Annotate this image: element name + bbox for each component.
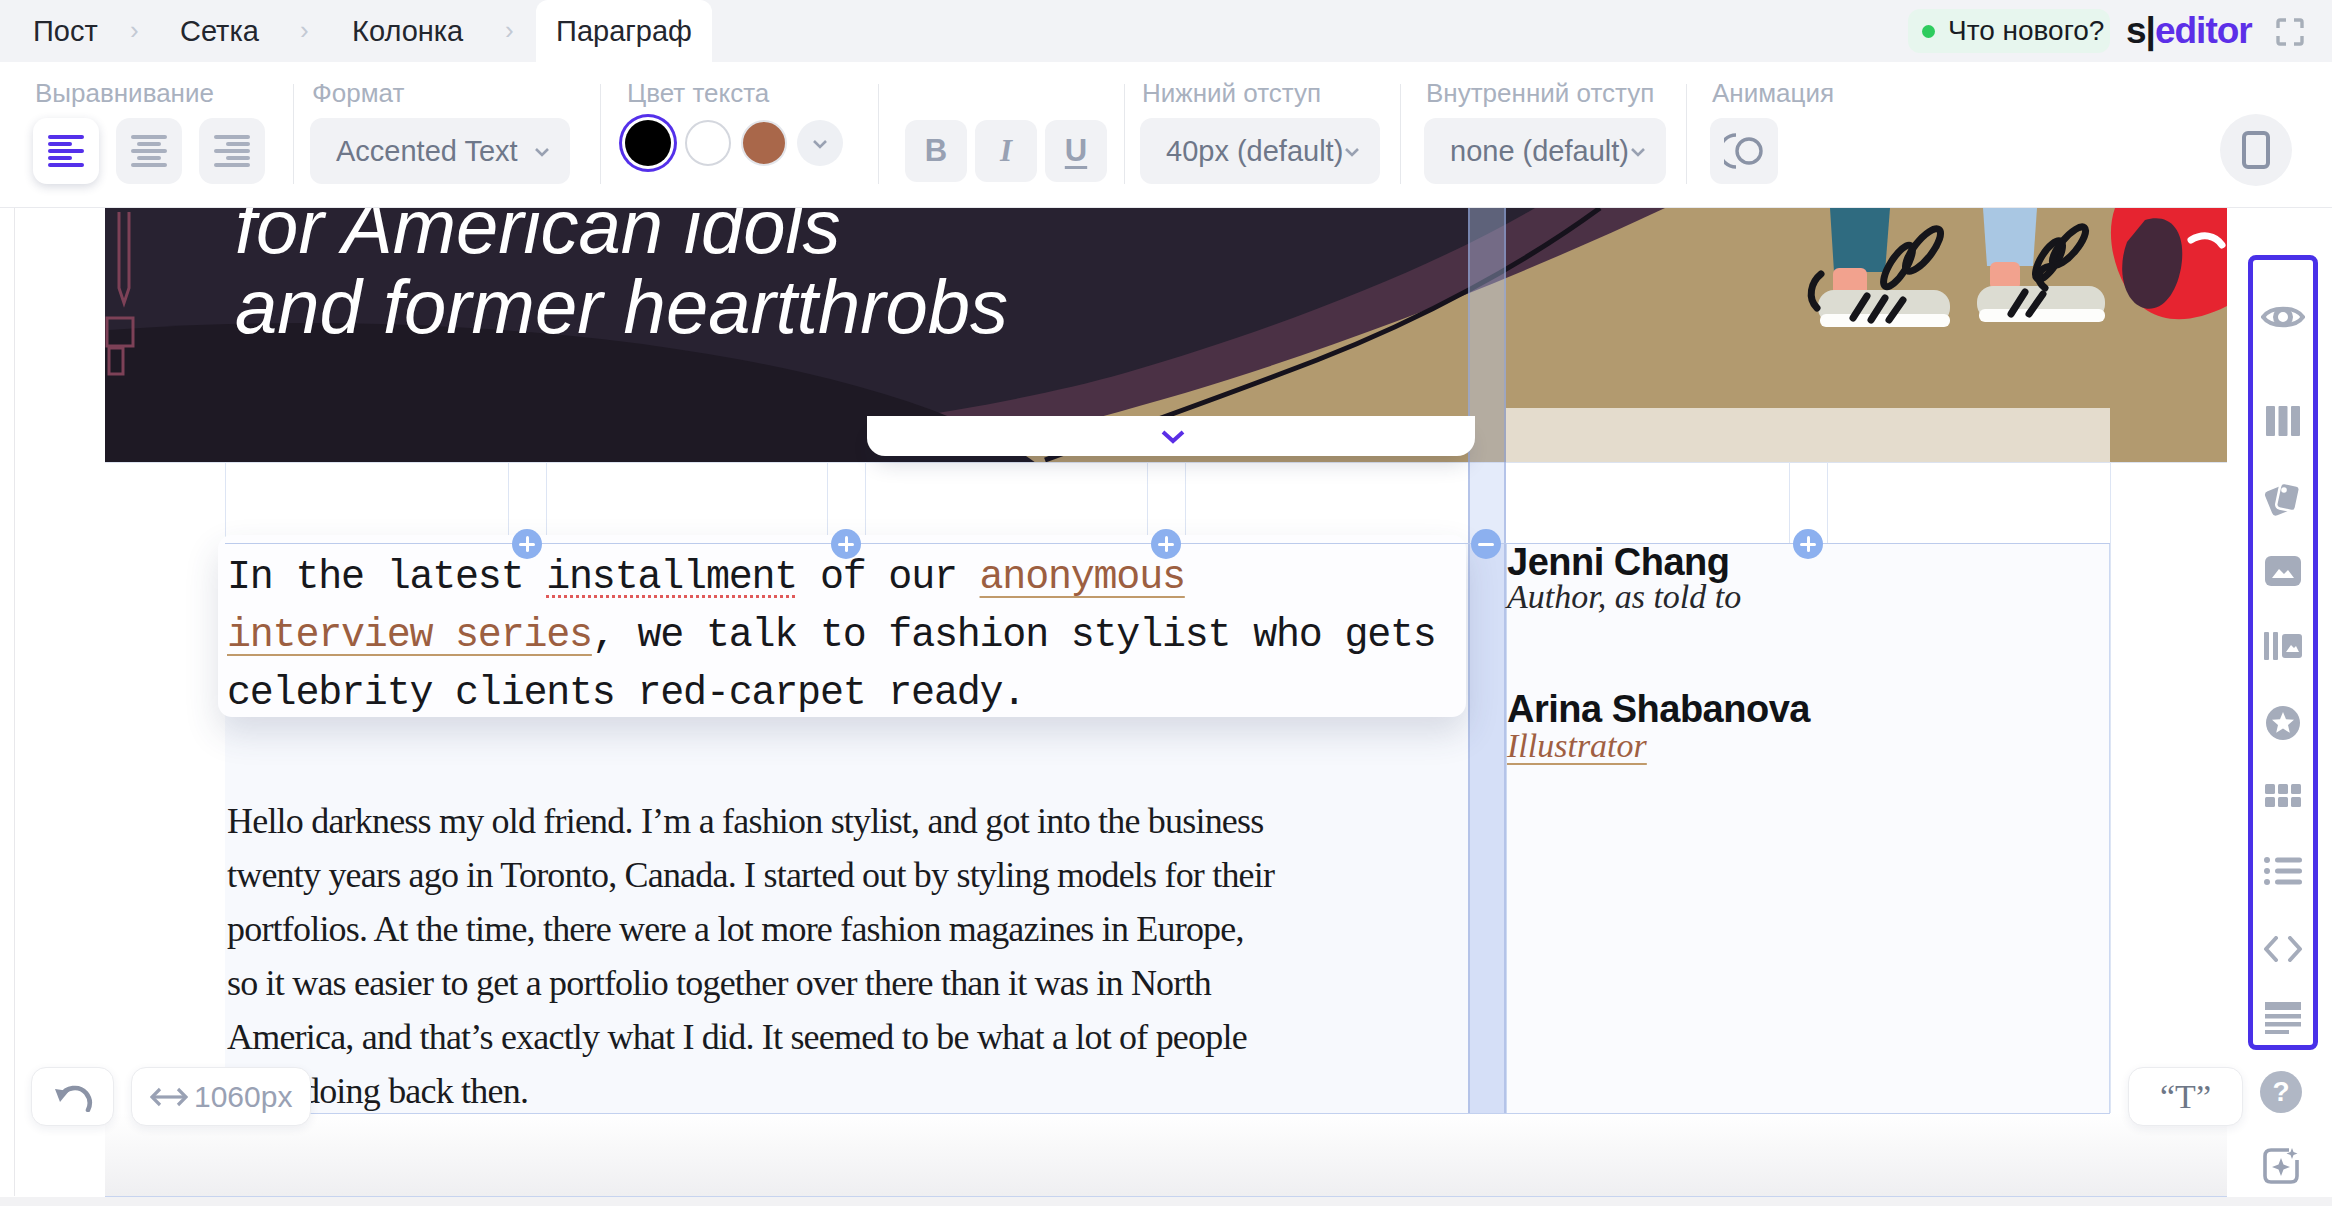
selected-column[interactable] — [1506, 543, 2110, 1206]
chevron-right-icon: › — [505, 0, 514, 62]
hero-title-line2: and former heartthrobs — [235, 263, 1008, 350]
add-column-button[interactable] — [831, 529, 861, 559]
animation-icon — [1724, 133, 1764, 169]
bottom-margin-label: Нижний отступ — [1142, 78, 1321, 109]
image-icon[interactable] — [2265, 556, 2301, 586]
align-center-icon — [131, 135, 167, 167]
align-left-icon — [48, 135, 84, 167]
setka-editor-logo: s|editor — [2126, 0, 2252, 62]
fullscreen-icon[interactable] — [2276, 18, 2304, 46]
width-indicator[interactable]: 1060px — [131, 1067, 311, 1126]
animation-label: Анимация — [1712, 78, 1834, 109]
chevron-right-icon: › — [130, 0, 139, 62]
author-role[interactable]: Author, as told to — [1507, 578, 1741, 616]
align-right-button[interactable] — [199, 118, 265, 184]
inner-padding-label: Внутренний отступ — [1426, 78, 1654, 109]
color-brown-swatch[interactable] — [741, 120, 787, 166]
width-arrows-icon — [150, 1085, 188, 1109]
chevron-down-icon — [1160, 430, 1186, 444]
breadcrumb-bar: Пост › Сетка › Колонка › Параграф Что но… — [0, 0, 2332, 62]
color-more-button[interactable] — [797, 120, 843, 166]
paragraph-icon[interactable] — [2265, 1002, 2301, 1034]
align-center-button[interactable] — [116, 118, 182, 184]
format-dropdown[interactable]: Accented Text — [310, 118, 570, 184]
chevron-down-icon — [812, 139, 828, 149]
chevron-down-icon — [534, 147, 550, 157]
inner-padding-dropdown[interactable]: none (default) — [1424, 118, 1666, 184]
alignment-label: Выравнивание — [35, 78, 214, 109]
accent-paragraph-text: In the latest installment of our anonymo… — [227, 549, 1436, 723]
quote-style-button[interactable]: “T” — [2128, 1067, 2243, 1126]
color-black-swatch[interactable] — [625, 120, 671, 166]
body-paragraph[interactable]: Hello darkness my old friend. I’m a fash… — [227, 794, 1274, 1118]
breadcrumb-grid[interactable]: Сетка — [180, 0, 259, 62]
undo-icon — [55, 1083, 93, 1112]
format-label: Формат — [312, 78, 404, 109]
illustrator-name[interactable]: Arina Shabanova — [1507, 688, 1810, 731]
add-column-button[interactable] — [1151, 529, 1181, 559]
whats-new-button[interactable]: Что нового? — [1908, 9, 2110, 53]
style-swatches-icon[interactable] — [2264, 478, 2302, 516]
chevron-down-icon — [1630, 147, 1646, 157]
editor-window: Пост › Сетка › Колонка › Параграф Что но… — [0, 0, 2332, 1206]
green-dot-icon — [1922, 25, 1935, 38]
chevron-right-icon: › — [300, 0, 309, 62]
bold-button[interactable]: B — [905, 120, 967, 182]
code-icon[interactable] — [2263, 936, 2303, 962]
bottom-margin-dropdown[interactable]: 40px (default) — [1140, 118, 1380, 184]
undo-button[interactable] — [31, 1067, 114, 1126]
insert-toolbar — [2248, 255, 2318, 1050]
columns-image-icon[interactable] — [2264, 632, 2302, 660]
color-white-swatch[interactable] — [685, 120, 731, 166]
animation-button[interactable] — [1710, 118, 1778, 184]
add-column-button[interactable] — [512, 529, 542, 559]
chevron-down-icon — [1344, 147, 1360, 157]
help-button[interactable]: ? — [2260, 1071, 2302, 1113]
mobile-preview-button[interactable] — [2220, 114, 2292, 186]
post-canvas: for American idols and former heartthrob… — [0, 208, 2332, 1206]
list-icon[interactable] — [2264, 856, 2302, 886]
align-right-icon — [214, 135, 250, 167]
add-post-icon[interactable] — [2261, 1146, 2301, 1186]
phone-icon — [2242, 131, 2270, 169]
format-toolbar: Выравнивание Формат Accented Text Цвет т… — [0, 62, 2332, 208]
text-color-label: Цвет текста — [627, 78, 769, 109]
add-column-button[interactable] — [1793, 529, 1823, 559]
collapsed-settings-popup[interactable] — [867, 416, 1475, 456]
misspelled-word: installment — [546, 555, 797, 600]
underline-button[interactable]: U — [1045, 120, 1107, 182]
italic-button[interactable]: I — [975, 120, 1037, 182]
illustrator-role-link[interactable]: Illustrator — [1507, 727, 1647, 765]
preview-eye-icon[interactable] — [2261, 302, 2305, 332]
favorites-icon[interactable] — [2264, 704, 2302, 742]
selected-paragraph[interactable]: In the latest installment of our anonymo… — [218, 535, 1466, 717]
grid-gallery-icon[interactable] — [2265, 784, 2301, 808]
tab-paragraph[interactable]: Параграф — [536, 0, 712, 62]
hero-title-line1: for American idols — [235, 208, 840, 270]
breadcrumb-post[interactable]: Пост — [33, 0, 98, 62]
remove-column-button[interactable] — [1471, 529, 1501, 559]
breadcrumb-column[interactable]: Колонка — [352, 0, 463, 62]
align-left-button[interactable] — [33, 118, 99, 184]
columns-icon[interactable] — [2266, 406, 2300, 436]
